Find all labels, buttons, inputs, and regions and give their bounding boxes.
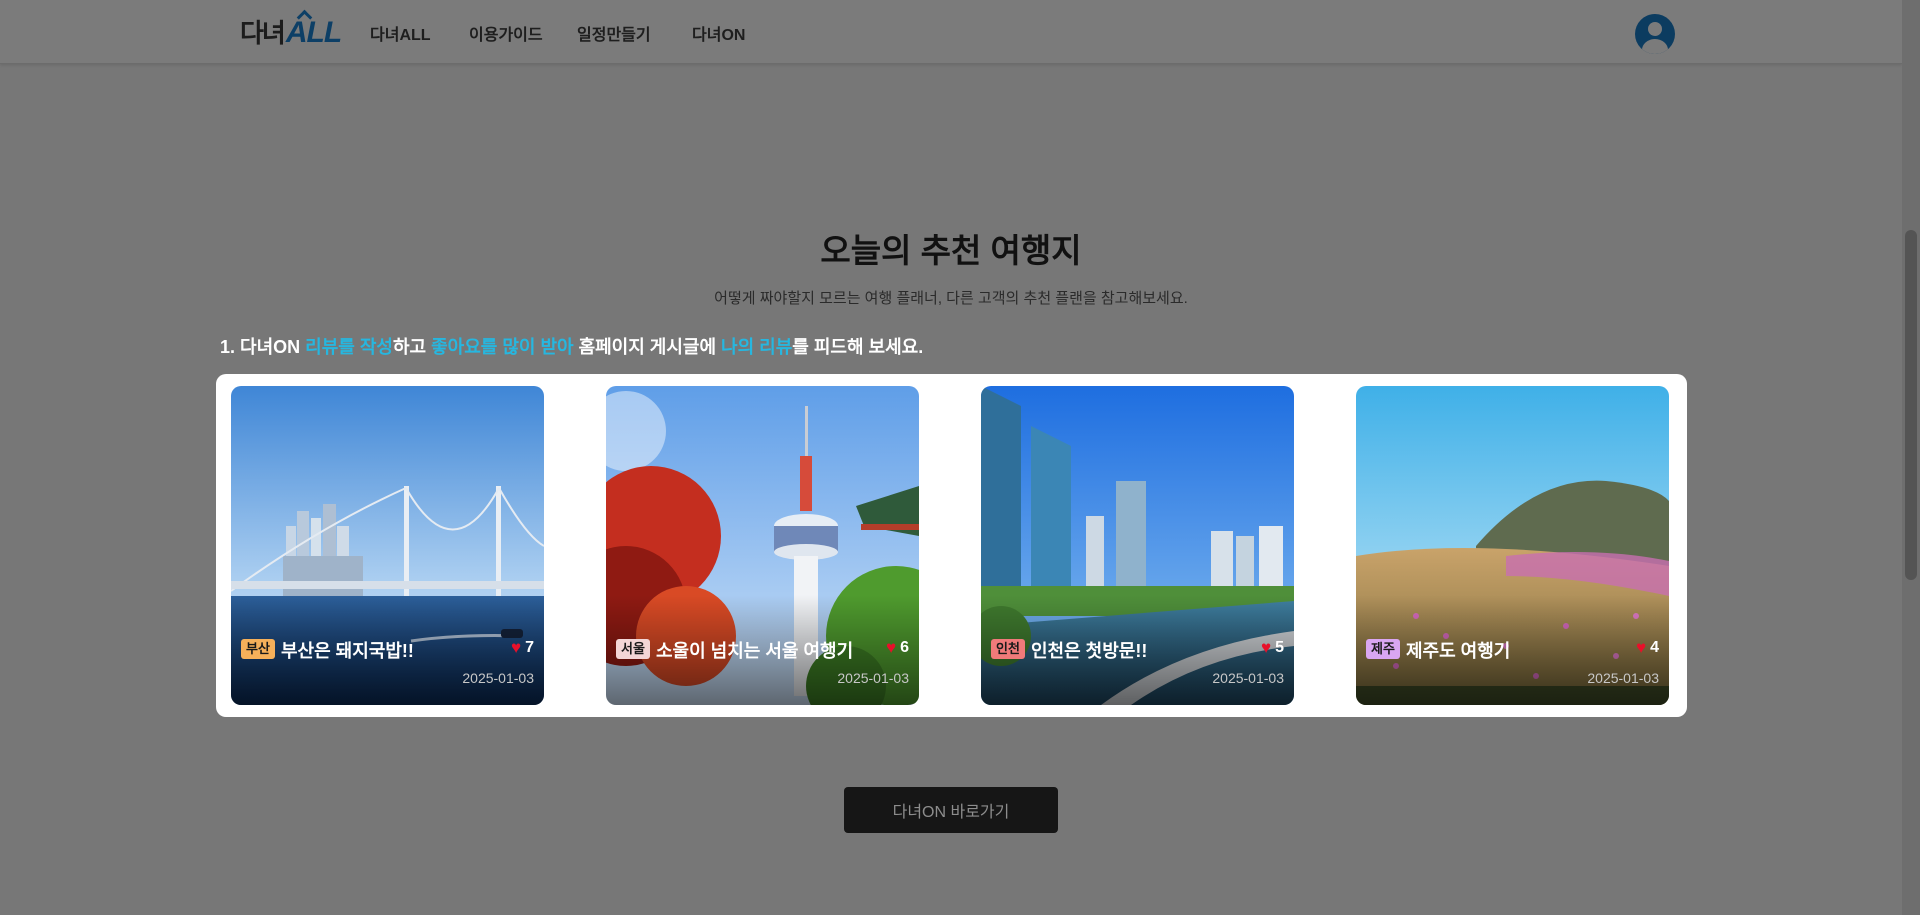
heart-icon: ♥ xyxy=(511,638,522,657)
nav-link-daneoall[interactable]: 다녀ALL xyxy=(370,21,431,45)
heart-icon: ♥ xyxy=(1636,638,1647,657)
card-title: 소울이 넘치는 서울 여행기 xyxy=(656,641,854,661)
instruction-highlight: 리뷰를 작성 xyxy=(305,337,393,357)
like-count-value: 4 xyxy=(1650,639,1659,656)
nav-link-daneoon[interactable]: 다녀ON xyxy=(692,21,745,45)
like-count: ♥ 6 xyxy=(886,638,909,658)
recommendation-card-incheon[interactable]: 인천 인천은 첫방문!! ♥ 5 2025-01-03 xyxy=(981,386,1294,705)
recommendation-card-seoul[interactable]: 서울 소울이 넘치는 서울 여행기 ♥ 6 2025-01-03 xyxy=(606,386,919,705)
instruction-text: 1. 다녀ON xyxy=(220,337,306,357)
scrollbar-thumb[interactable] xyxy=(1905,230,1917,580)
review-instruction: 1. 다녀ON 리뷰를 작성하고 좋아요를 많이 받아 홈페이지 게시글에 나의… xyxy=(220,333,923,359)
like-count-value: 6 xyxy=(900,639,909,656)
top-navbar: 다녀 ALL 다녀ALL 이용가이드 일정만들기 다녀ON xyxy=(0,0,1902,64)
section-title: 오늘의 추천 여행지 xyxy=(820,232,1082,269)
instruction-text: 하고 xyxy=(392,337,432,357)
region-tag: 인천 xyxy=(991,639,1025,659)
like-count: ♥ 4 xyxy=(1636,638,1659,658)
card-date: 2025-01-03 xyxy=(462,670,534,686)
logo-text-part1: 다녀 xyxy=(240,18,286,48)
page-scrollbar[interactable] xyxy=(1902,0,1920,915)
card-title: 부산은 돼지국밥!! xyxy=(281,641,414,661)
like-count: ♥ 7 xyxy=(511,638,534,658)
heart-icon: ♥ xyxy=(886,638,897,657)
like-count: ♥ 5 xyxy=(1261,638,1284,658)
go-daneoon-button[interactable]: 다녀ON 바로가기 xyxy=(844,787,1058,833)
region-tag: 부산 xyxy=(241,639,275,659)
site-logo[interactable]: 다녀 ALL xyxy=(240,14,342,49)
instruction-text: 홈페이지 게시글에 xyxy=(573,337,722,357)
card-title: 인천은 첫방문!! xyxy=(1031,641,1148,661)
section-subtitle: 어떻게 짜야할지 모르는 여행 플래너, 다른 고객의 추천 플랜을 참고해보세… xyxy=(714,290,1188,307)
nav-link-guide[interactable]: 이용가이드 xyxy=(469,21,543,45)
region-tag: 제주 xyxy=(1366,639,1400,659)
card-date: 2025-01-03 xyxy=(837,670,909,686)
instruction-text: 를 피드해 보세요. xyxy=(792,337,924,357)
logo-text-part2: ALL xyxy=(285,16,342,49)
like-count-value: 5 xyxy=(1275,639,1284,656)
region-tag: 서울 xyxy=(616,639,650,659)
like-count-value: 7 xyxy=(525,639,534,656)
nav-link-make-schedule[interactable]: 일정만들기 xyxy=(577,21,651,45)
instruction-highlight: 나의 리뷰 xyxy=(721,337,793,357)
card-date: 2025-01-03 xyxy=(1212,670,1284,686)
instruction-highlight: 좋아요를 많이 받아 xyxy=(431,337,574,357)
user-icon[interactable] xyxy=(1635,14,1675,54)
recommendation-card-busan[interactable]: 부산 부산은 돼지국밥!! ♥ 7 2025-01-03 xyxy=(231,386,544,705)
card-title: 제주도 여행기 xyxy=(1406,641,1511,661)
recommendation-card-jeju[interactable]: 제주 제주도 여행기 ♥ 4 2025-01-03 xyxy=(1356,386,1669,705)
recommendation-card-list: 부산 부산은 돼지국밥!! ♥ 7 2025-01-03 서울 소울이 넘치는 … xyxy=(216,374,1687,717)
card-date: 2025-01-03 xyxy=(1587,670,1659,686)
heart-icon: ♥ xyxy=(1261,638,1272,657)
